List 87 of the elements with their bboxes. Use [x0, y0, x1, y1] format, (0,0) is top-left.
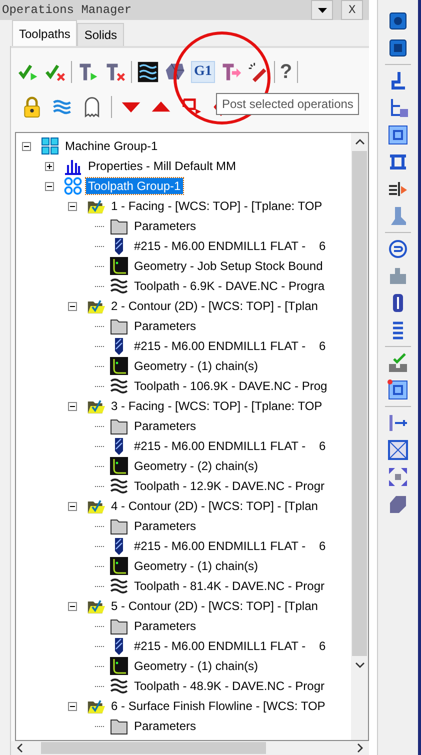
- expand-toggle[interactable]: [68, 402, 77, 410]
- waves-icon: [110, 677, 128, 695]
- expand-toggle[interactable]: [68, 602, 77, 610]
- waves-icon: [110, 477, 128, 495]
- geometry-icon: [110, 257, 128, 275]
- post-button[interactable]: G1: [191, 61, 215, 83]
- tree-item[interactable]: #215 - M6.00 ENDMILL1 FLAT - 6: [132, 638, 328, 654]
- tree-item[interactable]: #215 - M6.00 ENDMILL1 FLAT - 6: [132, 438, 328, 454]
- folder-check-icon: [87, 397, 105, 415]
- tree-item[interactable]: 2 - Contour (2D) - [WCS: TOP] - [Tplan: [109, 298, 320, 314]
- folder-icon: [110, 617, 128, 635]
- tree-item[interactable]: Geometry - (1) chain(s): [132, 558, 260, 574]
- scroll-thumb[interactable]: [352, 151, 368, 656]
- tree-item[interactable]: 1 - Facing - [WCS: TOP] - [Tplane: TOP: [109, 198, 324, 214]
- tree-item[interactable]: Geometry - Job Setup Stock Bound: [132, 258, 325, 274]
- tree-item[interactable]: Toolpath - 81.4K - DAVE.NC - Progr: [132, 578, 327, 594]
- dropdown-button[interactable]: [311, 0, 334, 20]
- folder-check-icon: [87, 597, 105, 615]
- folder-icon: [110, 517, 128, 535]
- waves-icon: [110, 377, 128, 395]
- folder-check-icon: [87, 197, 105, 215]
- expand-toggle[interactable]: [68, 702, 77, 710]
- expand-toggle[interactable]: [68, 502, 77, 510]
- geometry-icon: [110, 457, 128, 475]
- folder-icon: [110, 417, 128, 435]
- circles-icon: [64, 177, 82, 195]
- tree-item[interactable]: Toolpath - 12.9K - DAVE.NC - Progr: [132, 478, 327, 494]
- bar-chart-icon: [64, 157, 82, 175]
- wand-icon[interactable]: [246, 61, 269, 83]
- chevron-left-icon[interactable]: [17, 743, 23, 753]
- folder-icon: [110, 217, 128, 235]
- lock-icon[interactable]: [21, 96, 43, 118]
- expand-toggle[interactable]: [22, 142, 31, 150]
- tree-item[interactable]: Geometry - (1) chain(s): [132, 658, 260, 674]
- tree-item[interactable]: Parameters: [132, 418, 198, 434]
- tool-play-icon[interactable]: [77, 61, 99, 83]
- chevron-right-icon[interactable]: [357, 743, 364, 753]
- tree-item[interactable]: Parameters: [132, 618, 198, 634]
- chevron-down-icon[interactable]: [354, 662, 365, 668]
- tree-item[interactable]: Toolpath - 106.9K - DAVE.NC - Prog: [132, 378, 330, 394]
- tree-item[interactable]: #215 - M6.00 ENDMILL1 FLAT - 6: [132, 238, 328, 254]
- tree-item[interactable]: #215 - M6.00 ENDMILL1 FLAT - 6: [132, 538, 328, 554]
- tree-item[interactable]: 6 - Surface Finish Flowline - [WCS: TOP: [109, 698, 328, 714]
- help-button[interactable]: ?: [280, 60, 292, 84]
- folder-check-icon: [87, 297, 105, 315]
- scrollbar[interactable]: [11, 741, 370, 755]
- tab[interactable]: Toolpaths: [12, 20, 78, 46]
- waves-icon: [110, 577, 128, 595]
- scrollbar[interactable]: [351, 133, 368, 740]
- scroll-thumb[interactable]: [41, 742, 266, 754]
- expand-toggle[interactable]: [45, 162, 54, 170]
- grid-icon: [41, 137, 59, 155]
- tree-item[interactable]: 5 - Contour (2D) - [WCS: TOP] - [Tplan: [109, 598, 320, 614]
- tree-item[interactable]: Toolpath Group-1: [86, 178, 183, 194]
- close-button[interactable]: X: [341, 0, 364, 20]
- caret-icon: [318, 8, 327, 12]
- window-title: Operations Manager: [2, 3, 133, 17]
- folder-icon: [110, 717, 128, 735]
- geometry-icon: [110, 357, 128, 375]
- tree-item[interactable]: Parameters: [132, 718, 198, 734]
- tree-item[interactable]: #215 - M6.00 ENDMILL1 FLAT - 6: [132, 338, 328, 354]
- geometry-icon: [110, 657, 128, 675]
- tree-item[interactable]: Parameters: [132, 518, 198, 534]
- tree-item[interactable]: Parameters: [132, 218, 198, 234]
- waves-icon: [110, 277, 128, 295]
- tree-item[interactable]: Toolpath - 6.9K - DAVE.NC - Progra: [132, 278, 327, 294]
- folder-check-icon: [87, 697, 105, 715]
- tree-item[interactable]: Machine Group-1: [63, 138, 160, 154]
- tooltip: Post selected operations: [216, 93, 360, 115]
- tool-cross-icon[interactable]: [104, 61, 126, 83]
- tab[interactable]: Solids: [77, 23, 124, 46]
- waves-icon[interactable]: [137, 61, 159, 83]
- tree-item[interactable]: Parameters: [132, 318, 198, 334]
- expand-toggle[interactable]: [68, 302, 77, 310]
- expand-toggle[interactable]: [68, 202, 77, 210]
- tree-item[interactable]: 3 - Facing - [WCS: TOP] - [Tplane: TOP: [109, 398, 324, 414]
- tree-item[interactable]: 4 - Contour (2D) - [WCS: TOP] - [Tplan: [109, 498, 320, 514]
- check-icon[interactable]: [387, 352, 410, 374]
- chevron-up-icon[interactable]: [354, 139, 365, 145]
- expand-toggle[interactable]: [45, 182, 54, 190]
- tree-item[interactable]: Geometry - (2) chain(s): [132, 458, 260, 474]
- tree-item[interactable]: Properties - Mill Default MM: [86, 158, 238, 174]
- tree-item[interactable]: Geometry - (1) chain(s): [132, 358, 260, 374]
- folder-check-icon: [87, 497, 105, 515]
- tree-item[interactable]: Toolpath - 48.9K - DAVE.NC - Progr: [132, 678, 327, 694]
- geometry-icon: [110, 557, 128, 575]
- folder-icon: [110, 317, 128, 335]
